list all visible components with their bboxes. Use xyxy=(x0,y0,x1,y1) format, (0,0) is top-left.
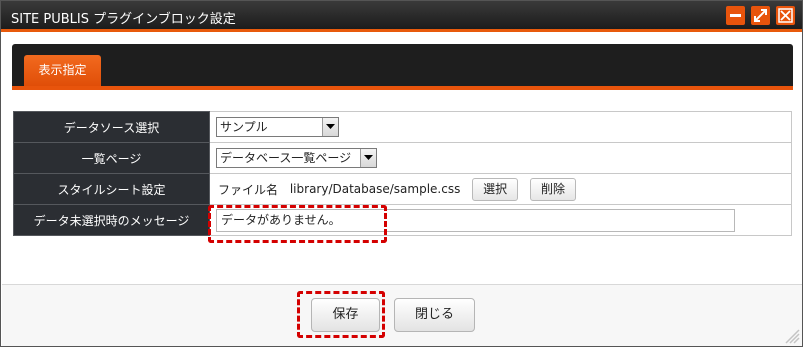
form-row-list-page: 一覧ページ データベース一覧ページ xyxy=(13,142,792,174)
plugin-block-settings-dialog: SITE PUBLIS プラグインブロック設定 表示指定 データソース選択 サン… xyxy=(0,0,803,347)
minimize-icon[interactable] xyxy=(726,6,745,25)
data-source-select-value: サンプル xyxy=(220,120,268,134)
chevron-down-icon[interactable] xyxy=(360,149,376,167)
empty-message-label: データ未選択時のメッセージ xyxy=(13,204,210,236)
list-page-select-value: データベース一覧ページ xyxy=(220,151,352,165)
settings-form: データソース選択 サンプル 一覧ページ データベース一覧ページ スタイルシート設… xyxy=(13,111,792,236)
stylesheet-label: スタイルシート設定 xyxy=(13,173,210,205)
highlight-save-button xyxy=(297,291,385,338)
window-title: SITE PUBLIS プラグインブロック設定 xyxy=(11,12,236,27)
dialog-content: 表示指定 データソース選択 サンプル 一覧ページ データベース一覧ページ スタイ… xyxy=(2,35,802,346)
tab-underline xyxy=(12,86,793,90)
select-file-button[interactable]: 選択 xyxy=(472,177,519,201)
chevron-down-icon[interactable] xyxy=(322,118,338,136)
list-page-select[interactable]: データベース一覧ページ xyxy=(216,148,377,168)
highlight-empty-message xyxy=(208,205,387,243)
delete-file-button[interactable]: 削除 xyxy=(530,177,577,201)
stylesheet-file-path: library/Database/sample.css xyxy=(289,182,461,196)
resize-grip-icon[interactable] xyxy=(780,324,800,344)
data-source-label: データソース選択 xyxy=(13,111,210,143)
title-bar[interactable]: SITE PUBLIS プラグインブロック設定 xyxy=(1,1,802,32)
file-name-prefix: ファイル名 xyxy=(218,182,279,197)
tab-display-settings[interactable]: 表示指定 xyxy=(24,55,101,86)
tab-bar: 表示指定 xyxy=(12,44,793,90)
list-page-label: 一覧ページ xyxy=(13,142,210,174)
dialog-footer: 保存 閉じる xyxy=(2,285,802,346)
form-row-stylesheet: スタイルシート設定 ファイル名 library/Database/sample.… xyxy=(13,173,792,205)
form-row-empty-message: データ未選択時のメッセージ データがありません。 xyxy=(13,204,792,236)
close-button[interactable]: 閉じる xyxy=(394,298,475,332)
form-row-data-source: データソース選択 サンプル xyxy=(13,111,792,143)
close-icon[interactable] xyxy=(776,6,795,25)
maximize-icon[interactable] xyxy=(751,6,770,25)
data-source-select[interactable]: サンプル xyxy=(216,117,339,137)
